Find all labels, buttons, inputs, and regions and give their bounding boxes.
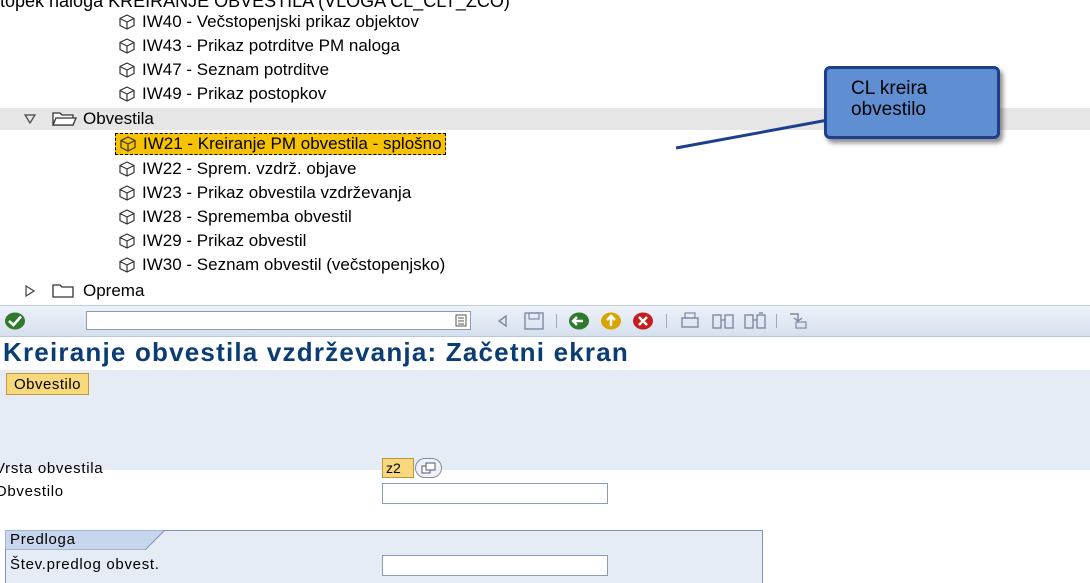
find-next-icon[interactable] <box>744 312 766 330</box>
folder-label: Oprema <box>83 281 145 300</box>
notification-label: Obvestilo <box>0 483 64 500</box>
find-icon[interactable] <box>712 312 734 330</box>
print-icon[interactable] <box>680 312 700 330</box>
command-history-icon[interactable] <box>455 314 467 327</box>
screen-title: Kreiranje obvestila vzdrževanja: Začetni… <box>3 337 629 367</box>
transaction-cube-icon <box>118 232 136 250</box>
tree-folder-oprema[interactable]: Oprema <box>0 280 1090 302</box>
transaction-cube-icon <box>118 37 136 55</box>
cancel-red-icon[interactable] <box>632 311 654 331</box>
tree-item-iw40[interactable]: IW40 - Večstopenjski prikaz objektov <box>118 10 419 34</box>
transaction-cube-icon <box>118 184 136 202</box>
tree-item-label: IW30 - Seznam obvestil (večstopenjsko) <box>142 255 446 274</box>
folder-label: Obvestila <box>83 109 154 128</box>
callout-line-1: CL kreira <box>851 78 928 99</box>
toolbar-separator <box>556 314 557 328</box>
tree-item-iw28[interactable]: IW28 - Sprememba obvestil <box>118 205 352 229</box>
callout-line-2: obvestilo <box>851 99 926 120</box>
tree-item-label: IW21 - Kreiranje PM obvestila - splošno <box>143 134 442 153</box>
tree-item-iw49[interactable]: IW49 - Prikaz postopkov <box>118 82 326 106</box>
expand-triangle-right-icon[interactable] <box>23 285 37 297</box>
command-field[interactable] <box>86 311 471 330</box>
template-number-label: Štev.predlog obvest. <box>10 556 160 573</box>
notification-type-field[interactable]: z2 <box>382 458 414 478</box>
tree-item-label: IW23 - Prikaz obvestila vzdrževanja <box>142 183 412 202</box>
tree-item-label: IW29 - Prikaz obvestil <box>142 231 307 250</box>
tree-item-label: IW49 - Prikaz postopkov <box>142 84 327 103</box>
notification-button[interactable]: Obvestilo <box>6 373 90 395</box>
closed-folder-icon <box>51 282 77 300</box>
notification-type-label: Vrsta obvestila <box>0 460 104 477</box>
first-page-icon[interactable] <box>788 312 808 330</box>
transaction-cube-icon <box>118 208 136 226</box>
exit-yellow-icon[interactable] <box>600 311 622 331</box>
transaction-cube-icon <box>119 135 137 153</box>
tree-item-label: IW22 - Sprem. vzdrž. objave <box>142 159 357 178</box>
tree-item-label: IW47 - Seznam potrditve <box>142 60 330 79</box>
back-arrow-small-icon[interactable] <box>496 314 508 328</box>
system-toolbar <box>0 305 1090 337</box>
tree-item-iw47[interactable]: IW47 - Seznam potrditve <box>118 58 329 82</box>
expand-triangle-down-icon[interactable] <box>23 114 37 124</box>
open-folder-icon <box>51 110 77 128</box>
transaction-cube-icon <box>118 256 136 274</box>
tree-item-iw43[interactable]: IW43 - Prikaz potrditve PM naloga <box>118 34 400 58</box>
tree-item-iw30[interactable]: IW30 - Seznam obvestil (večstopenjsko) <box>118 253 445 277</box>
transaction-cube-icon <box>118 85 136 103</box>
notification-field[interactable] <box>382 483 608 504</box>
value-help-button[interactable] <box>415 458 442 478</box>
tree-item-iw22[interactable]: IW22 - Sprem. vzdrž. objave <box>118 157 356 181</box>
template-group-title: Predloga <box>10 531 76 548</box>
transaction-cube-icon <box>118 160 136 178</box>
application-toolbar <box>0 370 1090 470</box>
tree-item-label: IW43 - Prikaz potrditve PM naloga <box>142 36 400 55</box>
tree-item-iw21[interactable]: IW21 - Kreiranje PM obvestila - splošno <box>115 133 446 155</box>
toolbar-separator <box>666 314 667 328</box>
transaction-cube-icon <box>118 13 136 31</box>
tree-item-label: IW40 - Večstopenjski prikaz objektov <box>142 12 419 31</box>
toolbar-separator <box>776 314 777 328</box>
tree-item-iw29[interactable]: IW29 - Prikaz obvestil <box>118 229 306 253</box>
tree-item-iw23[interactable]: IW23 - Prikaz obvestila vzdrževanja <box>118 181 411 205</box>
enter-checkmark-icon[interactable] <box>4 311 26 331</box>
template-number-field[interactable] <box>382 555 608 576</box>
callout-box: CL kreira obvestilo <box>824 66 1000 139</box>
value-help-icon <box>421 462 435 474</box>
transaction-cube-icon <box>118 61 136 79</box>
back-green-icon[interactable] <box>568 311 590 331</box>
tree-item-label: IW28 - Sprememba obvestil <box>142 207 352 226</box>
save-icon[interactable] <box>524 312 544 330</box>
